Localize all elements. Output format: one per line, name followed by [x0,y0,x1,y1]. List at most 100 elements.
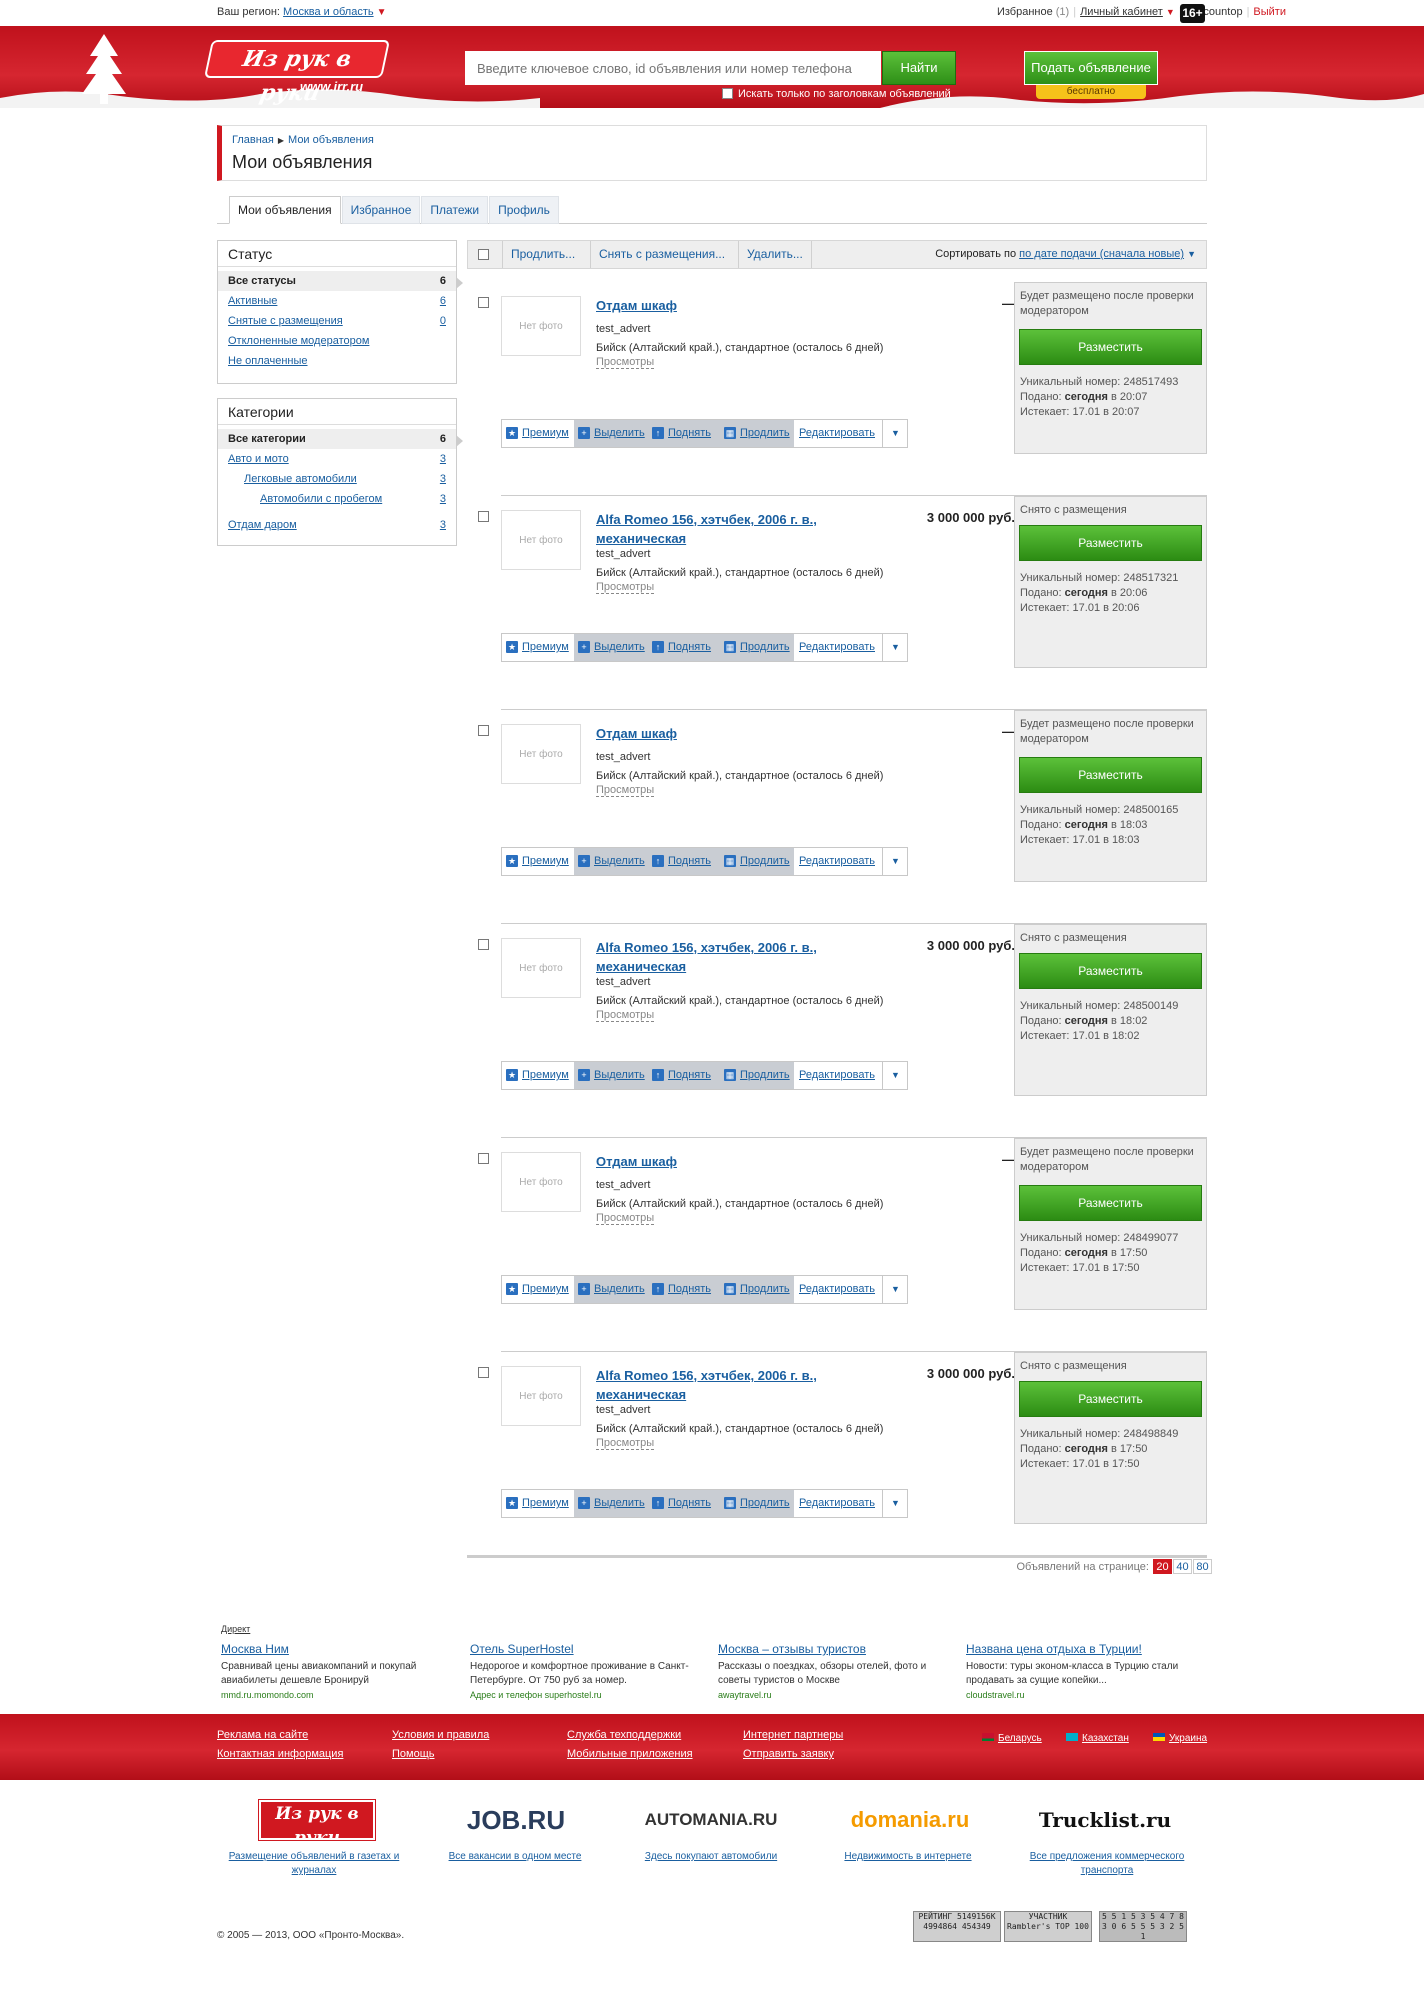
listing-title[interactable]: Отдам шкаф [596,1152,846,1171]
direct-ad-url[interactable]: Адрес и телефон superhostel.ru [470,1690,696,1700]
direct-ad-url[interactable]: mmd.ru.momondo.com [221,1690,447,1700]
favorites-link[interactable]: Избранное [997,6,1053,18]
listing-title[interactable]: Alfa Romeo 156, хэтчбек, 2006 г. в., мех… [596,938,846,976]
category-auto[interactable]: Авто и мото 3 [218,449,456,469]
footer-link-partners[interactable]: Интернет партнеры [743,1729,843,1741]
status-active[interactable]: Активные 6 [218,291,456,311]
country-ukraine[interactable]: Украина [1153,1733,1207,1744]
direct-ad-title[interactable]: Отель SuperHostel [470,1642,696,1656]
place-button[interactable]: Разместить [1019,953,1202,989]
place-button[interactable]: Разместить [1019,329,1202,365]
footer-link-mobile[interactable]: Мобильные приложения [567,1748,693,1760]
breadcrumb-home[interactable]: Главная [232,134,274,146]
direct-ad-url[interactable]: cloudstravel.ru [966,1690,1192,1700]
premium-button[interactable]: ★ Премиум [502,848,574,875]
category-used-cars[interactable]: Автомобили с пробегом 3 [218,489,456,509]
views-link[interactable]: Просмотры [596,581,655,594]
select-all-checkbox[interactable] [478,249,489,260]
no-photo-placeholder[interactable]: Нет фото [501,296,581,356]
partner-logo-domania[interactable]: domania.ru [835,1800,985,1840]
per-page-80[interactable]: 80 [1193,1559,1212,1574]
partner-desc-automania[interactable]: Здесь покупают автомобили [621,1850,801,1864]
direct-label[interactable]: Директ [221,1624,250,1634]
footer-link-advertising[interactable]: Реклама на сайте [217,1729,308,1741]
more-actions-dropdown-icon[interactable]: ▼ [882,1490,908,1517]
no-photo-placeholder[interactable]: Нет фото [501,938,581,998]
listing-checkbox[interactable] [478,1367,489,1378]
bulk-delete-button[interactable]: Удалить... [738,241,812,268]
listing-title[interactable]: Alfa Romeo 156, хэтчбек, 2006 г. в., мех… [596,1366,846,1404]
cabinet-link[interactable]: Личный кабинет [1080,6,1163,18]
sort-dropdown-icon[interactable]: ▼ [1187,249,1196,259]
more-actions-dropdown-icon[interactable]: ▼ [882,1276,908,1303]
views-link[interactable]: Просмотры [596,784,655,797]
country-belarus[interactable]: Беларусь [982,1733,1042,1744]
edit-button[interactable]: Редактировать [794,1490,882,1517]
place-button[interactable]: Разместить [1019,525,1202,561]
edit-button[interactable]: Редактировать [794,848,882,875]
place-button[interactable]: Разместить [1019,1381,1202,1417]
direct-ad-title[interactable]: Названа цена отдыха в Турции! [966,1642,1192,1656]
per-page-40[interactable]: 40 [1173,1559,1192,1574]
views-link[interactable]: Просмотры [596,1212,655,1225]
place-button[interactable]: Разместить [1019,1185,1202,1221]
tab-profile[interactable]: Профиль [489,196,559,224]
premium-button[interactable]: ★ Премиум [502,1062,574,1089]
title-only-option[interactable]: Искать только по заголовкам объявлений [722,88,951,100]
views-link[interactable]: Просмотры [596,1437,655,1450]
status-removed[interactable]: Снятые с размещения 0 [218,311,456,331]
premium-button[interactable]: ★ Премиум [502,420,574,447]
region-selector[interactable]: Ваш регион: Москва и область ▼ [217,6,387,18]
more-actions-dropdown-icon[interactable]: ▼ [882,848,908,875]
more-actions-dropdown-icon[interactable]: ▼ [882,420,908,447]
footer-link-contacts[interactable]: Контактная информация [217,1748,343,1760]
extend-button[interactable]: ▦ Продлить [720,420,794,447]
highlight-button[interactable]: + Выделить [574,420,648,447]
extend-button[interactable]: ▦ Продлить [720,1490,794,1517]
highlight-button[interactable]: + Выделить [574,1490,648,1517]
footer-link-help[interactable]: Помощь [392,1748,435,1760]
per-page-20[interactable]: 20 [1153,1559,1172,1574]
category-cars[interactable]: Легковые автомобили 3 [218,469,456,489]
region-link[interactable]: Москва и область [283,6,374,18]
logout-link[interactable]: Выйти [1253,6,1286,18]
site-logo[interactable]: Из рук в руки [203,40,391,106]
status-rejected[interactable]: Отклоненные модератором [218,331,456,351]
direct-ad-title[interactable]: Москва – отзывы туристов [718,1642,944,1656]
footer-link-terms[interactable]: Условия и правила [392,1729,489,1741]
listing-checkbox[interactable] [478,1153,489,1164]
premium-button[interactable]: ★ Премиум [502,1276,574,1303]
highlight-button[interactable]: + Выделить [574,634,648,661]
sort-select[interactable]: по дате подачи (сначала новые) [1019,248,1184,260]
direct-ad[interactable]: Москва – отзывы туристов Рассказы о поез… [718,1642,944,1700]
listing-checkbox[interactable] [478,297,489,308]
cabinet-arrow-icon[interactable]: ▼ [1166,7,1175,17]
mail-ru-counter[interactable]: РЕЙТИНГ 5149156K 4994864 454349 [913,1911,1001,1942]
category-all[interactable]: Все категории 6 [218,429,456,449]
no-photo-placeholder[interactable]: Нет фото [501,1366,581,1426]
views-link[interactable]: Просмотры [596,1009,655,1022]
dropdown-arrow-icon[interactable]: ▼ [377,7,387,18]
listing-checkbox[interactable] [478,725,489,736]
raise-button[interactable]: ↑ Поднять [648,634,720,661]
tab-my-ads[interactable]: Мои объявления [229,196,341,224]
extend-button[interactable]: ▦ Продлить [720,848,794,875]
partner-logo-automania[interactable]: AUTOMANIA.RU [636,1800,786,1840]
direct-ad[interactable]: Названа цена отдыха в Турции! Новости: т… [966,1642,1192,1700]
highlight-button[interactable]: + Выделить [574,1276,648,1303]
partner-logo-trucklist[interactable]: Trucklist.ru [1030,1800,1180,1840]
edit-button[interactable]: Редактировать [794,1062,882,1089]
direct-ad[interactable]: Москва Ним Сравнивай цены авиакомпаний и… [221,1642,447,1700]
edit-button[interactable]: Редактировать [794,420,882,447]
footer-link-request[interactable]: Отправить заявку [743,1748,834,1760]
raise-button[interactable]: ↑ Поднять [648,1490,720,1517]
rambler-counter[interactable]: УЧАСТНИК Rambler's TOP 100 [1004,1911,1092,1942]
highlight-button[interactable]: + Выделить [574,1062,648,1089]
raise-button[interactable]: ↑ Поднять [648,420,720,447]
premium-button[interactable]: ★ Премиум [502,634,574,661]
status-all[interactable]: Все статусы 6 [218,271,456,291]
partner-logo-job[interactable]: JOB.RU [458,1800,574,1840]
extend-button[interactable]: ▦ Продлить [720,634,794,661]
status-unpaid[interactable]: Не оплаченные [218,351,456,371]
raise-button[interactable]: ↑ Поднять [648,1062,720,1089]
